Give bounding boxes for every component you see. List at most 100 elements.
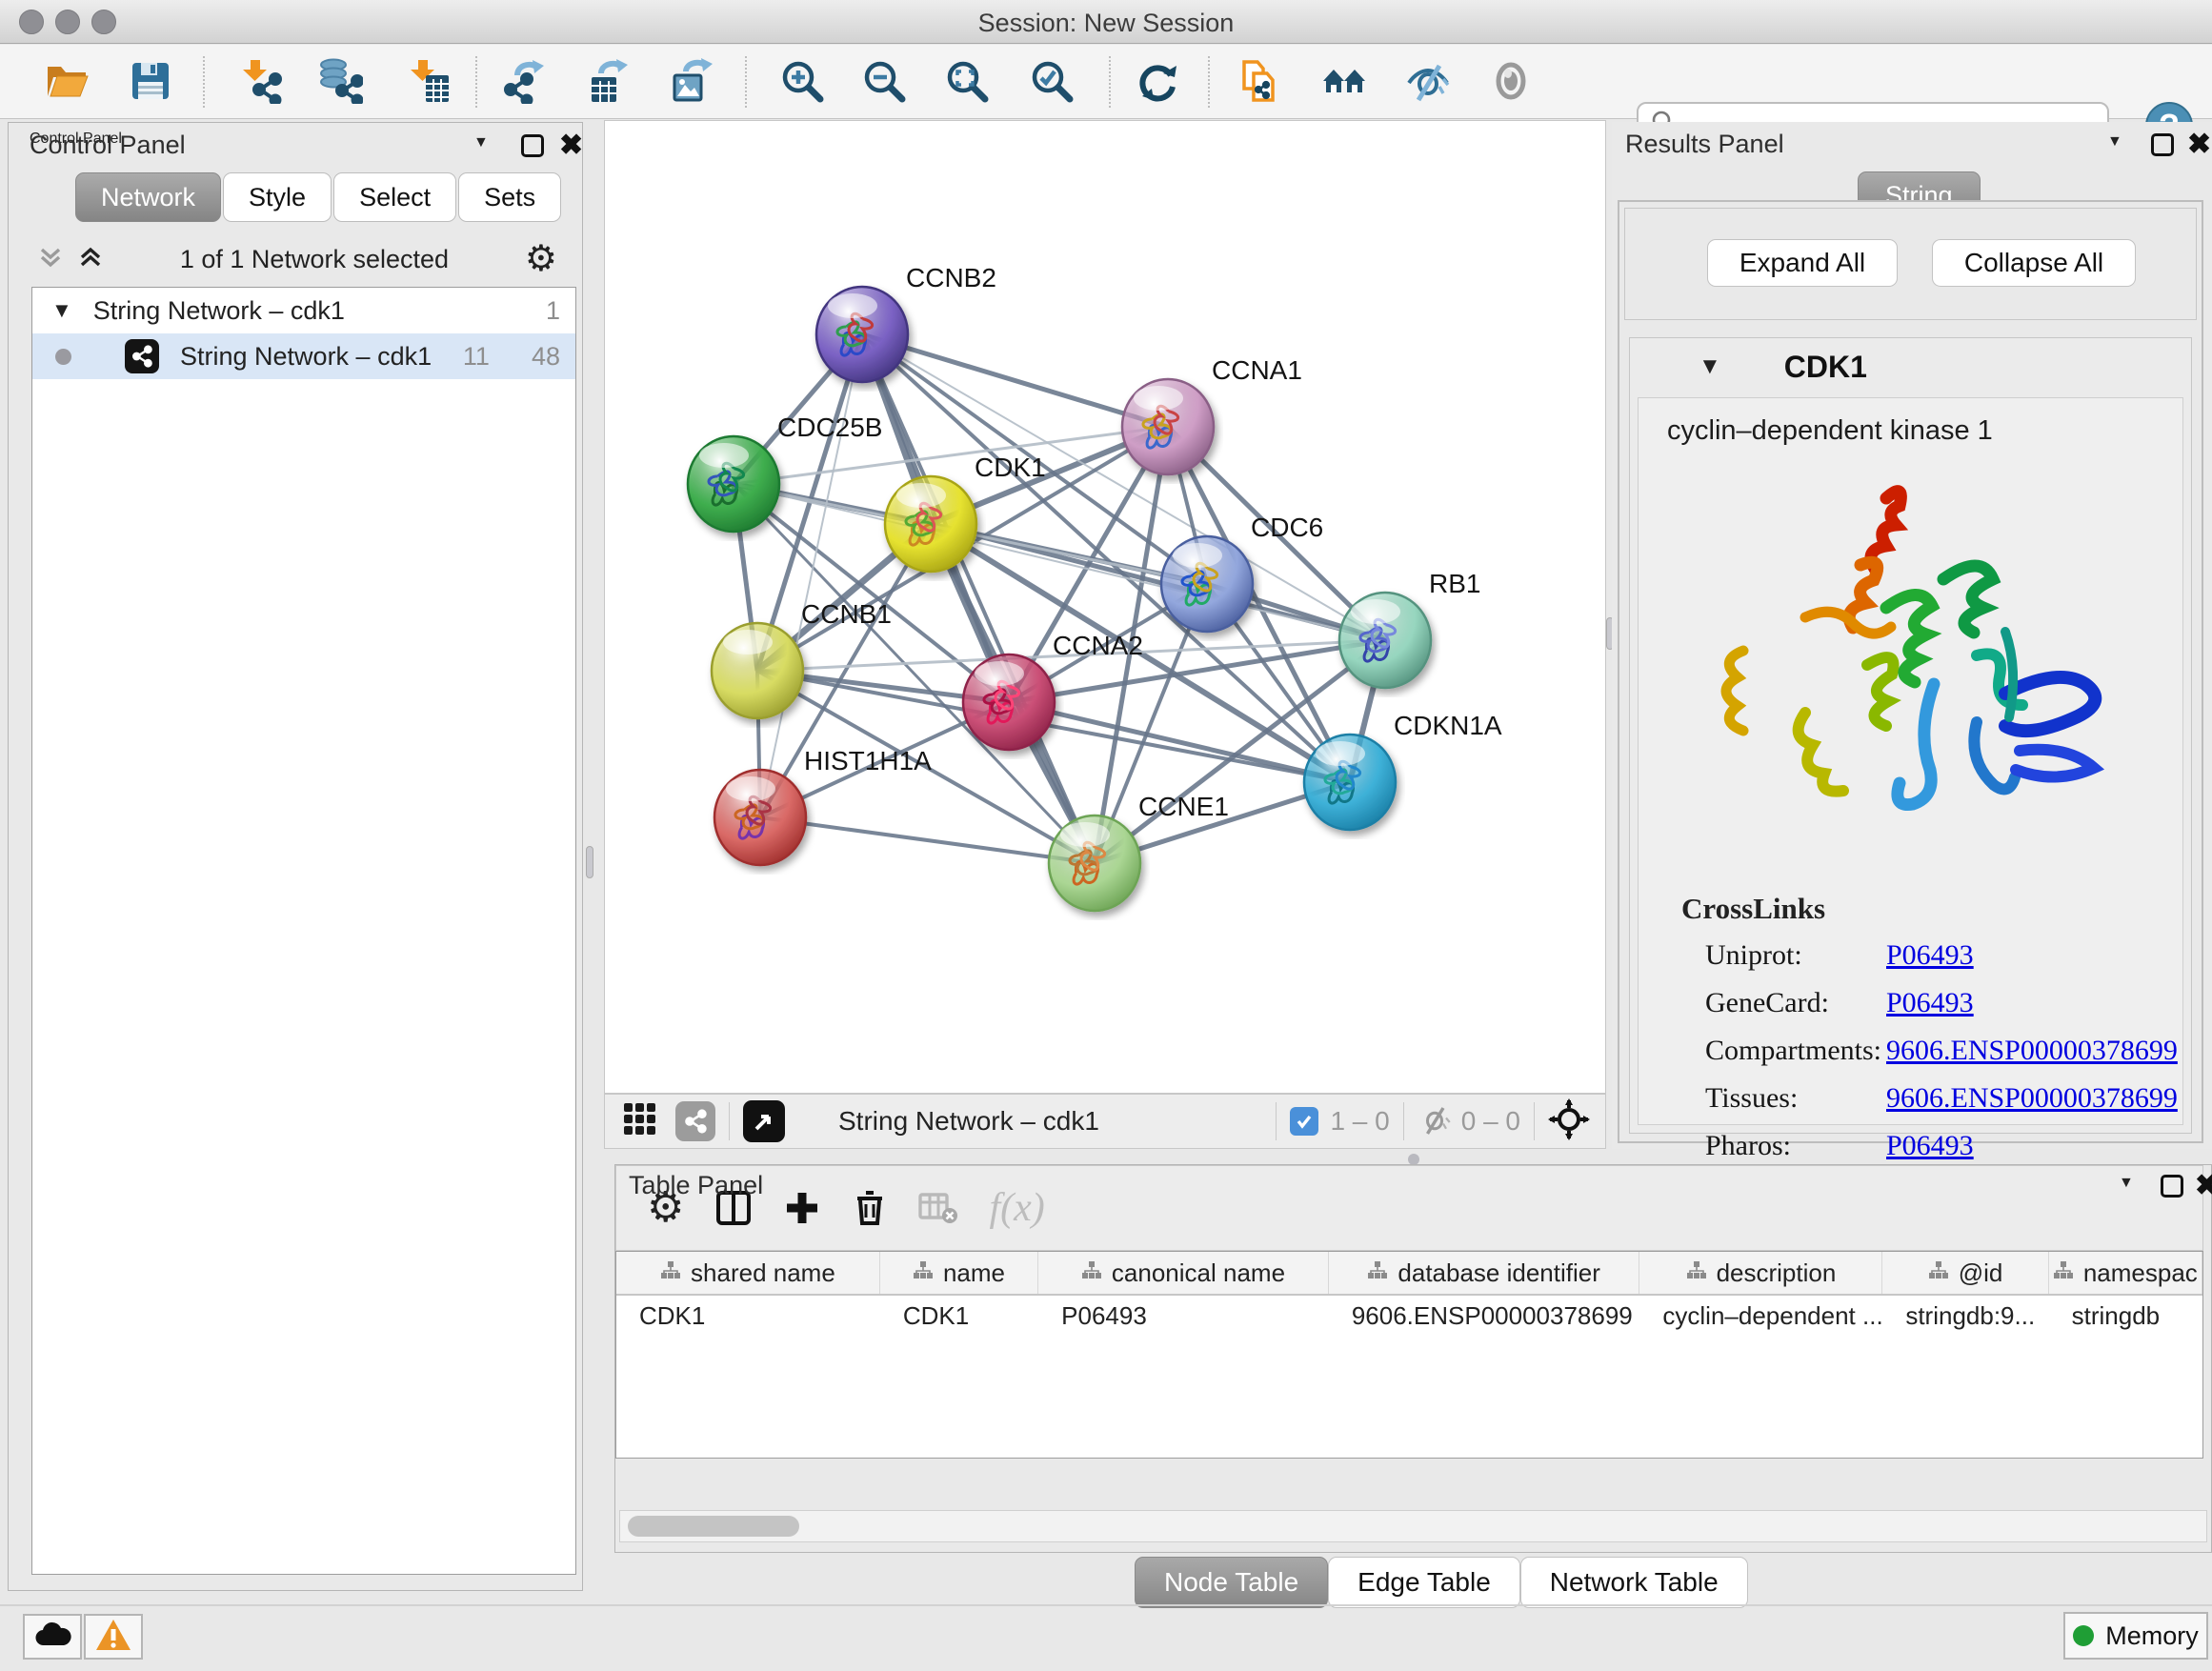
tab-sets[interactable]: Sets (458, 172, 561, 222)
table-row[interactable]: CDK1CDK1P064939606.ENSP00000378699cyclin… (616, 1296, 2202, 1339)
hide-selected-button[interactable] (1403, 58, 1453, 108)
expand-all-icon[interactable] (77, 244, 104, 275)
collapse-all-button[interactable]: Collapse All (1932, 239, 2136, 287)
network-canvas[interactable]: CCNB2CCNA1CDC25BCDK1CDC6RB1CCNB1CCNA2CDK… (604, 120, 1606, 1094)
network-row-selected[interactable]: String Network – cdk1 11 48 (32, 333, 575, 379)
export-table-button[interactable] (584, 58, 633, 108)
zoom-fit-button[interactable] (942, 58, 992, 108)
zoom-in-button[interactable] (777, 58, 827, 108)
string-view-icon[interactable] (675, 1101, 715, 1141)
network-edge-CCNB2-CCNA1[interactable] (862, 334, 1168, 427)
import-table-file-button[interactable] (403, 58, 452, 108)
import-network-file-button[interactable] (235, 58, 285, 108)
add-column-icon[interactable] (783, 1189, 821, 1227)
crosslink-link[interactable]: 9606.ENSP00000378699 (1886, 1035, 2178, 1082)
column-header-namespac[interactable]: namespac (2049, 1252, 2202, 1294)
node-label-CCNB1: CCNB1 (801, 599, 892, 629)
tab-network-table[interactable]: Network Table (1520, 1557, 1748, 1608)
show-all-button[interactable] (1486, 58, 1536, 108)
export-image-button[interactable] (667, 58, 716, 108)
network-edge-CCNB2-CCNE1[interactable] (862, 334, 1095, 863)
network-node-CCNA1[interactable]: CCNA1 (1122, 355, 1302, 474)
column-header--id[interactable]: @id (1882, 1252, 2048, 1294)
network-node-CCNB1[interactable]: CCNB1 (712, 599, 892, 718)
home-button[interactable] (1319, 58, 1369, 108)
network-node-CDC25B[interactable]: CDC25B (688, 413, 882, 532)
grid-view-icon[interactable] (622, 1101, 658, 1142)
crosslink-link[interactable]: P06493 (1886, 939, 1974, 987)
table-cell[interactable]: stringdb (2049, 1296, 2202, 1339)
zoom-out-button[interactable] (859, 58, 909, 108)
delete-column-icon[interactable] (852, 1189, 888, 1227)
tab-select[interactable]: Select (333, 172, 456, 222)
cloud-status-button[interactable] (23, 1614, 82, 1660)
tab-edge-table[interactable]: Edge Table (1328, 1557, 1520, 1608)
selected-checkbox-icon[interactable] (1290, 1107, 1318, 1136)
column-header-database-identifier[interactable]: database identifier (1329, 1252, 1640, 1294)
node-section-title: CDK1 (1784, 350, 1867, 385)
left-splitter-handle[interactable] (586, 846, 593, 878)
control-panel-tabs: NetworkStyleSelectSets (75, 172, 563, 222)
save-session-button[interactable] (126, 58, 175, 108)
table-horizontal-scrollbar[interactable] (619, 1510, 2207, 1542)
memory-button[interactable]: Memory (2063, 1612, 2208, 1660)
crosslink-link[interactable]: P06493 (1886, 987, 1974, 1035)
collapse-triangle-icon[interactable]: ▼ (1699, 353, 1721, 380)
import-network-database-button[interactable] (315, 58, 365, 108)
network-node-CDKN1A[interactable]: CDKN1A (1304, 711, 1502, 830)
column-type-icon (660, 1258, 681, 1288)
table-cell[interactable]: CDK1 (880, 1296, 1038, 1339)
node-count: 11 (463, 342, 490, 372)
float-panel-icon[interactable]: ▼ (473, 134, 489, 151)
results-panel-title: Results Panel (1625, 130, 1784, 159)
undock-panel-icon[interactable] (2161, 1175, 2183, 1198)
undock-panel-icon[interactable] (2151, 133, 2174, 156)
gear-icon[interactable]: ⚙ (525, 245, 557, 273)
column-header-description[interactable]: description (1639, 1252, 1882, 1294)
collapse-triangle-icon[interactable]: ▼ (51, 298, 72, 323)
crosshair-icon[interactable] (1548, 1098, 1590, 1145)
table-cell[interactable]: cyclin–dependent ... (1639, 1296, 1882, 1339)
export-network-button[interactable] (502, 58, 552, 108)
table-cell[interactable]: stringdb:9... (1882, 1296, 2048, 1339)
close-panel-icon[interactable]: ✖ (559, 134, 583, 157)
tab-network[interactable]: Network (75, 172, 221, 222)
close-panel-icon[interactable]: ✖ (2187, 133, 2211, 156)
hidden-eye-slash-icon[interactable] (1418, 1102, 1452, 1141)
network-collection-row[interactable]: ▼ String Network – cdk1 1 (32, 288, 575, 333)
refresh-button[interactable] (1133, 58, 1182, 108)
birds-eye-view-icon[interactable] (743, 1100, 785, 1142)
table-cell[interactable]: CDK1 (616, 1296, 880, 1339)
open-session-button[interactable] (42, 58, 91, 108)
network-edge-CCNE1-HIST1H1A[interactable] (760, 817, 1095, 863)
crosslink-label: Tissues: (1705, 1082, 1886, 1130)
column-header-shared-name[interactable]: shared name (616, 1252, 880, 1294)
column-type-icon (1686, 1258, 1707, 1288)
column-header-label: shared name (691, 1258, 835, 1288)
network-view-title: String Network – cdk1 (838, 1106, 1099, 1137)
float-panel-icon[interactable]: ▼ (2107, 133, 2122, 151)
zoom-in-icon (779, 58, 825, 109)
tab-style[interactable]: Style (223, 172, 332, 222)
copy-network-button[interactable] (1235, 58, 1284, 108)
collapse-all-icon[interactable] (37, 244, 64, 275)
tab-node-table[interactable]: Node Table (1135, 1557, 1328, 1608)
crosslink-link[interactable]: 9606.ENSP00000378699 (1886, 1082, 2178, 1130)
expand-all-button[interactable]: Expand All (1707, 239, 1898, 287)
close-panel-icon[interactable]: ✖ (2195, 1175, 2212, 1198)
column-header-name[interactable]: name (880, 1252, 1038, 1294)
undock-panel-icon[interactable] (521, 134, 544, 157)
network-node-HIST1H1A[interactable]: HIST1H1A (714, 746, 932, 865)
network-node-CCNE1[interactable]: CCNE1 (1049, 792, 1229, 911)
table-cell[interactable]: 9606.ENSP00000378699 (1329, 1296, 1640, 1339)
table-cell[interactable]: P06493 (1038, 1296, 1329, 1339)
warning-status-button[interactable] (84, 1614, 143, 1660)
node-label-CCNA1: CCNA1 (1212, 355, 1302, 385)
node-section-header[interactable]: ▼ CDK1 (1630, 338, 2191, 395)
network-node-RB1[interactable]: RB1 (1339, 569, 1480, 688)
column-header-canonical-name[interactable]: canonical name (1038, 1252, 1329, 1294)
node-attribute-table[interactable]: shared name namecanonical namedatabase id… (615, 1251, 2203, 1459)
float-panel-icon[interactable]: ▼ (2119, 1175, 2134, 1192)
zoom-selected-button[interactable] (1027, 58, 1076, 108)
scrollbar-thumb[interactable] (628, 1516, 799, 1537)
